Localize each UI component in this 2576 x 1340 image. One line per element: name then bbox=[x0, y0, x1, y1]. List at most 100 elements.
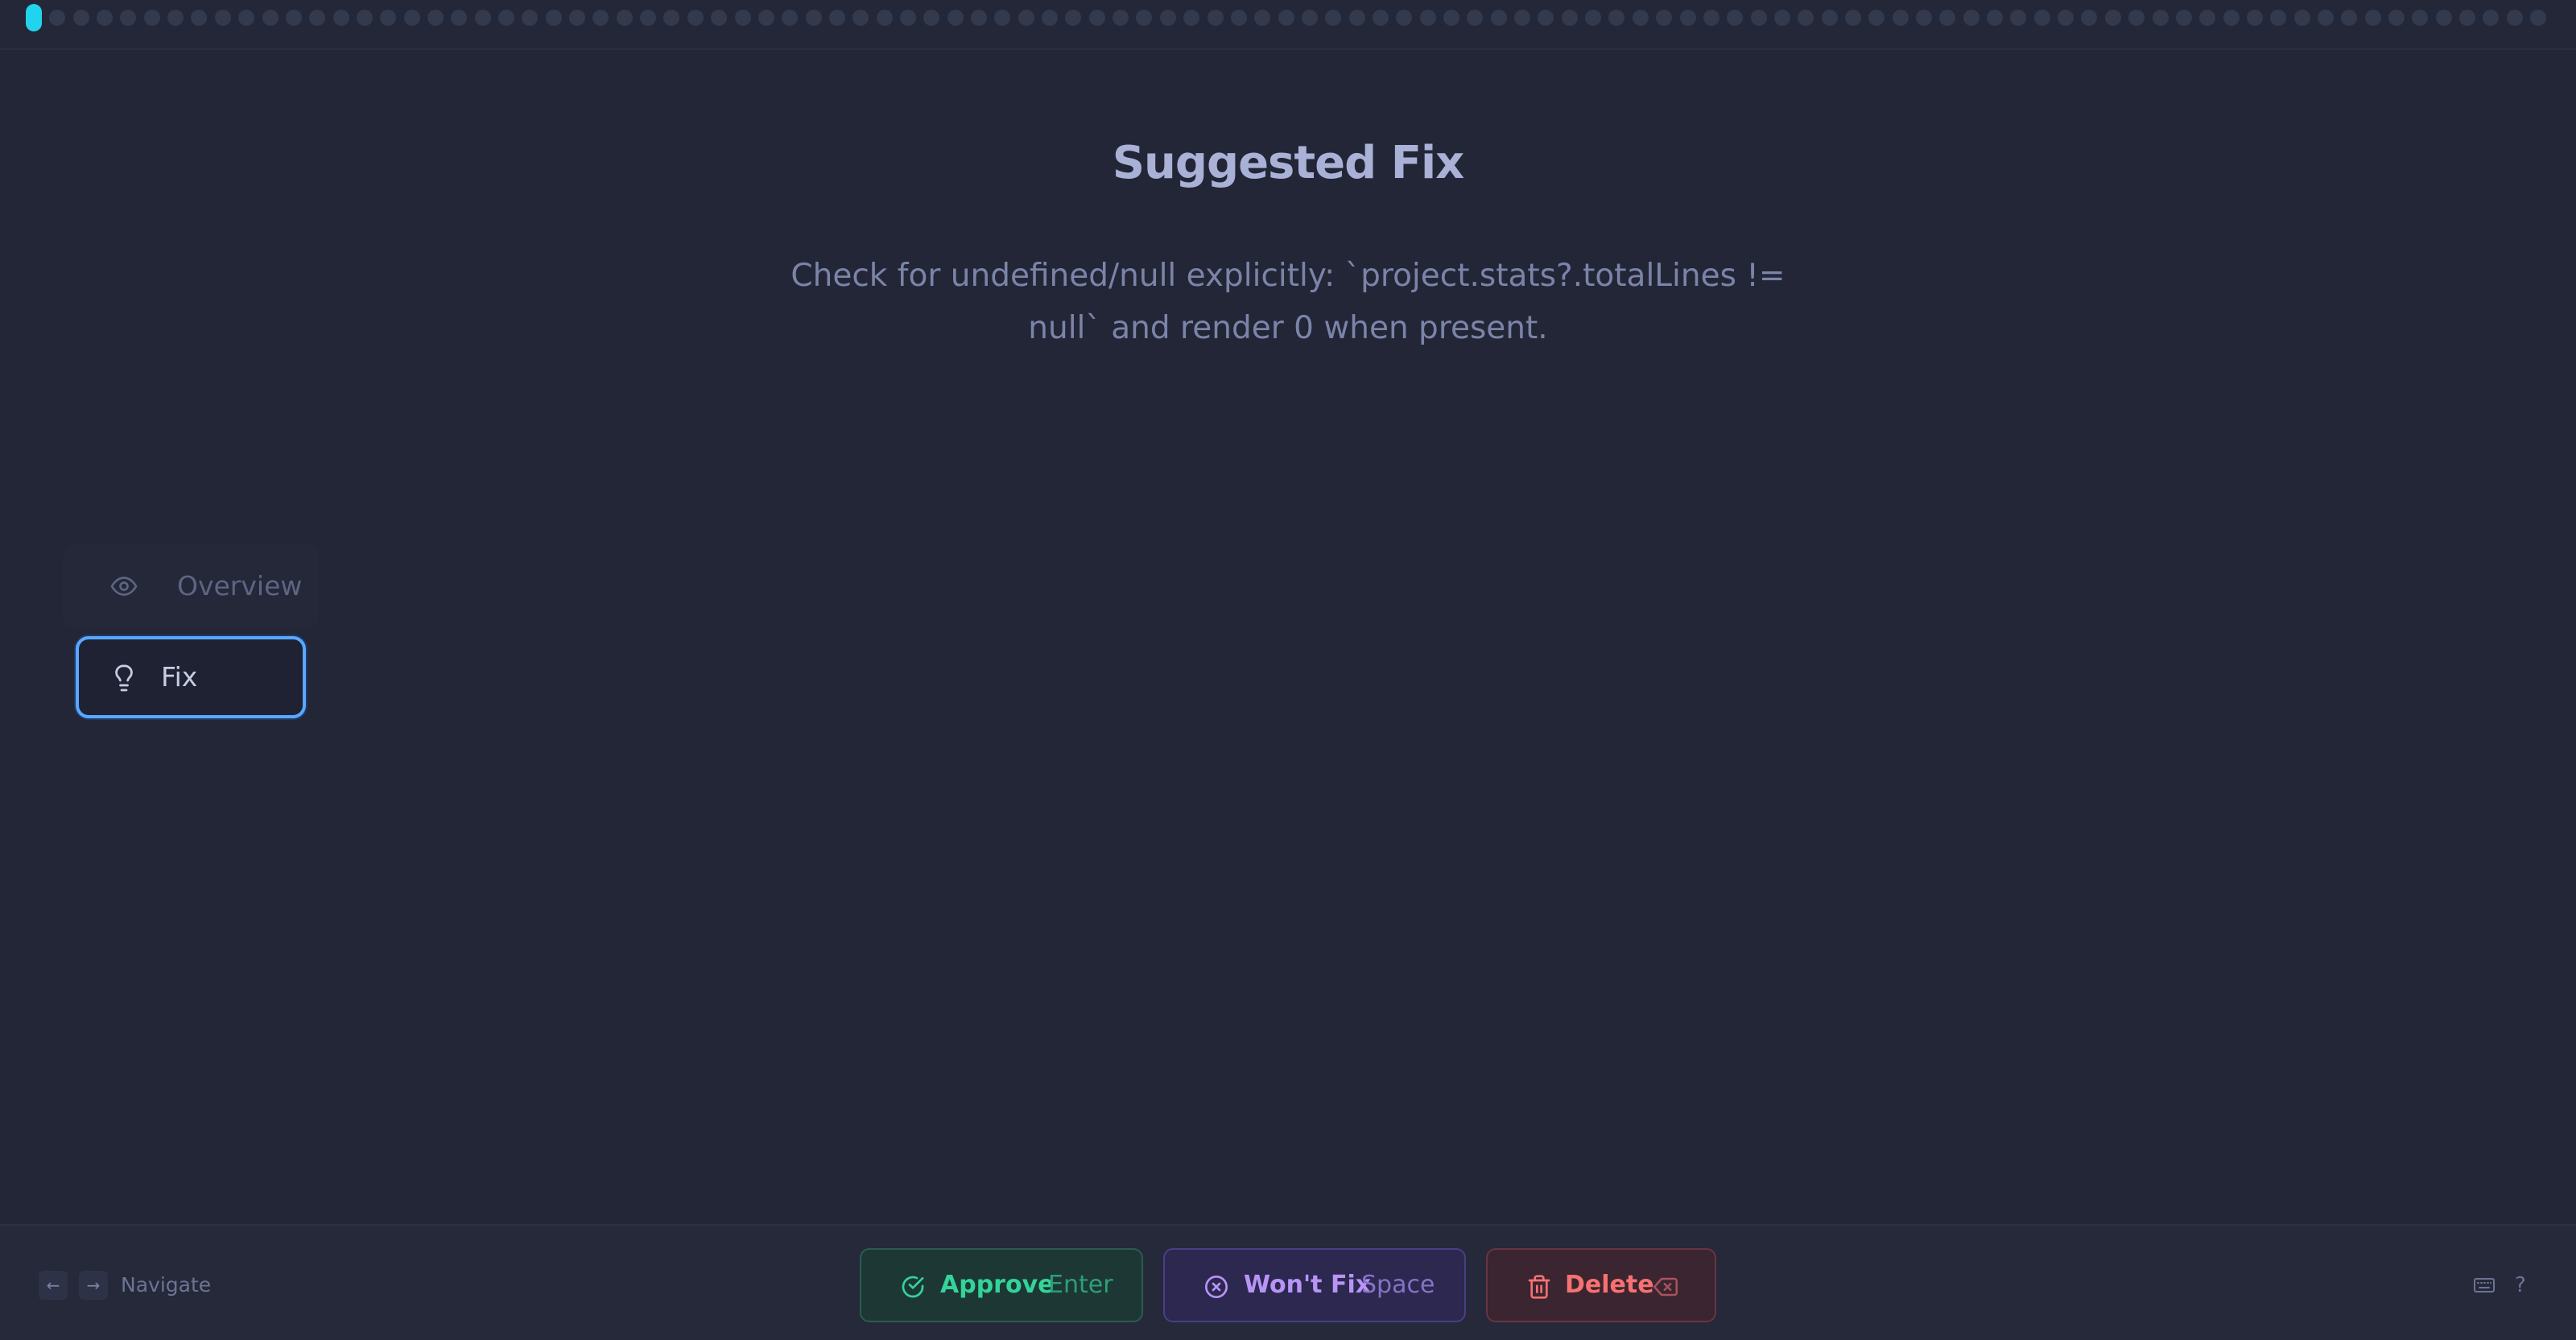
progress-dot[interactable] bbox=[1065, 10, 1082, 26]
progress-dot[interactable] bbox=[332, 10, 349, 26]
progress-dot-current[interactable] bbox=[26, 4, 42, 31]
progress-dot[interactable] bbox=[2506, 10, 2523, 26]
progress-dot[interactable] bbox=[640, 10, 657, 26]
progress-dot[interactable] bbox=[1301, 10, 1318, 26]
progress-dot[interactable] bbox=[2175, 10, 2192, 26]
progress-dot[interactable] bbox=[2364, 10, 2381, 26]
progress-dot[interactable] bbox=[143, 10, 160, 26]
progress-dot[interactable] bbox=[2199, 10, 2216, 26]
side-nav-item-overview[interactable]: Overview bbox=[77, 548, 304, 625]
progress-dot[interactable] bbox=[522, 10, 539, 26]
progress-dot[interactable] bbox=[1798, 10, 1814, 26]
side-nav-item-fix[interactable]: Fix bbox=[76, 636, 306, 718]
progress-dot[interactable] bbox=[498, 10, 514, 26]
progress-dot[interactable] bbox=[1987, 10, 2004, 26]
progress-dot[interactable] bbox=[262, 10, 279, 26]
progress-dot[interactable] bbox=[1773, 10, 1790, 26]
delete-button[interactable]: Delete bbox=[1486, 1248, 1716, 1322]
progress-dot[interactable] bbox=[2530, 10, 2547, 26]
progress-dot[interactable] bbox=[2010, 10, 2027, 26]
progress-dot[interactable] bbox=[191, 10, 208, 26]
progress-dot[interactable] bbox=[1183, 10, 1200, 26]
progress-dot[interactable] bbox=[1561, 10, 1578, 26]
progress-dot[interactable] bbox=[2081, 10, 2098, 26]
progress-dot[interactable] bbox=[2058, 10, 2074, 26]
progress-dot[interactable] bbox=[1136, 10, 1153, 26]
progress-dot[interactable] bbox=[1113, 10, 1129, 26]
progress-dot[interactable] bbox=[1750, 10, 1767, 26]
progress-dot[interactable] bbox=[1632, 10, 1649, 26]
progress-dot[interactable] bbox=[403, 10, 420, 26]
progress-dot[interactable] bbox=[72, 10, 89, 26]
progress-dot[interactable] bbox=[451, 10, 468, 26]
progress-dot[interactable] bbox=[1490, 10, 1507, 26]
progress-dot[interactable] bbox=[1963, 10, 1979, 26]
progress-dot[interactable] bbox=[2270, 10, 2287, 26]
progress-dot[interactable] bbox=[2223, 10, 2240, 26]
keyboard-icon[interactable] bbox=[2473, 1276, 2496, 1295]
progress-dot[interactable] bbox=[1419, 10, 1436, 26]
progress-dot[interactable] bbox=[899, 10, 916, 26]
progress-dot[interactable] bbox=[2435, 10, 2452, 26]
progress-dot[interactable] bbox=[923, 10, 940, 26]
progress-dot[interactable] bbox=[1372, 10, 1389, 26]
progress-dot[interactable] bbox=[380, 10, 397, 26]
progress-dot[interactable] bbox=[782, 10, 799, 26]
navigate-right-key[interactable]: → bbox=[79, 1271, 108, 1300]
progress-dot[interactable] bbox=[120, 10, 137, 26]
progress-dot[interactable] bbox=[663, 10, 680, 26]
progress-dot[interactable] bbox=[2293, 10, 2310, 26]
progress-dot[interactable] bbox=[1585, 10, 1602, 26]
progress-dot[interactable] bbox=[1278, 10, 1294, 26]
progress-dot[interactable] bbox=[167, 10, 184, 26]
progress-dot[interactable] bbox=[2152, 10, 2169, 26]
progress-dot[interactable] bbox=[2459, 10, 2476, 26]
progress-dot[interactable] bbox=[1679, 10, 1696, 26]
progress-dot[interactable] bbox=[1844, 10, 1861, 26]
progress-dot[interactable] bbox=[356, 10, 373, 26]
progress-dot[interactable] bbox=[1727, 10, 1744, 26]
progress-dot[interactable] bbox=[994, 10, 1011, 26]
progress-dot[interactable] bbox=[1088, 10, 1105, 26]
progress-dot[interactable] bbox=[2341, 10, 2358, 26]
progress-dot[interactable] bbox=[1703, 10, 1719, 26]
progress-dot[interactable] bbox=[309, 10, 326, 26]
progress-dot[interactable] bbox=[1892, 10, 1909, 26]
progress-dot[interactable] bbox=[1018, 10, 1034, 26]
progress-dot[interactable] bbox=[711, 10, 728, 26]
navigate-left-key[interactable]: ← bbox=[39, 1271, 68, 1300]
progress-dot[interactable] bbox=[545, 10, 562, 26]
progress-dot[interactable] bbox=[1821, 10, 1838, 26]
wont-fix-button[interactable]: Won't Fix Space bbox=[1163, 1248, 1466, 1322]
progress-dot[interactable] bbox=[1254, 10, 1271, 26]
progress-dot[interactable] bbox=[971, 10, 987, 26]
progress-dot[interactable] bbox=[2033, 10, 2050, 26]
progress-dot[interactable] bbox=[2246, 10, 2263, 26]
approve-button[interactable]: Approve Enter bbox=[860, 1248, 1143, 1322]
progress-dot[interactable] bbox=[2388, 10, 2405, 26]
progress-dot[interactable] bbox=[1159, 10, 1176, 26]
progress-dot[interactable] bbox=[1467, 10, 1484, 26]
progress-dot[interactable] bbox=[214, 10, 231, 26]
progress-dot[interactable] bbox=[569, 10, 586, 26]
progress-dot[interactable] bbox=[1207, 10, 1224, 26]
progress-dot[interactable] bbox=[1514, 10, 1531, 26]
progress-dot[interactable] bbox=[734, 10, 751, 26]
progress-dot[interactable] bbox=[1396, 10, 1413, 26]
progress-dot[interactable] bbox=[592, 10, 609, 26]
progress-dot[interactable] bbox=[2317, 10, 2334, 26]
progress-dot[interactable] bbox=[1348, 10, 1365, 26]
progress-dot[interactable] bbox=[1868, 10, 1885, 26]
progress-dot[interactable] bbox=[238, 10, 255, 26]
progress-dot[interactable] bbox=[687, 10, 704, 26]
progress-dot[interactable] bbox=[427, 10, 444, 26]
progress-dot[interactable] bbox=[1443, 10, 1459, 26]
progress-dot[interactable] bbox=[2104, 10, 2121, 26]
progress-dot[interactable] bbox=[2483, 10, 2500, 26]
progress-dot[interactable] bbox=[616, 10, 633, 26]
progress-dot[interactable] bbox=[1042, 10, 1059, 26]
progress-dot[interactable] bbox=[474, 10, 491, 26]
progress-dot[interactable] bbox=[852, 10, 869, 26]
help-button[interactable]: ? bbox=[2515, 1271, 2526, 1300]
progress-dot[interactable] bbox=[1608, 10, 1625, 26]
